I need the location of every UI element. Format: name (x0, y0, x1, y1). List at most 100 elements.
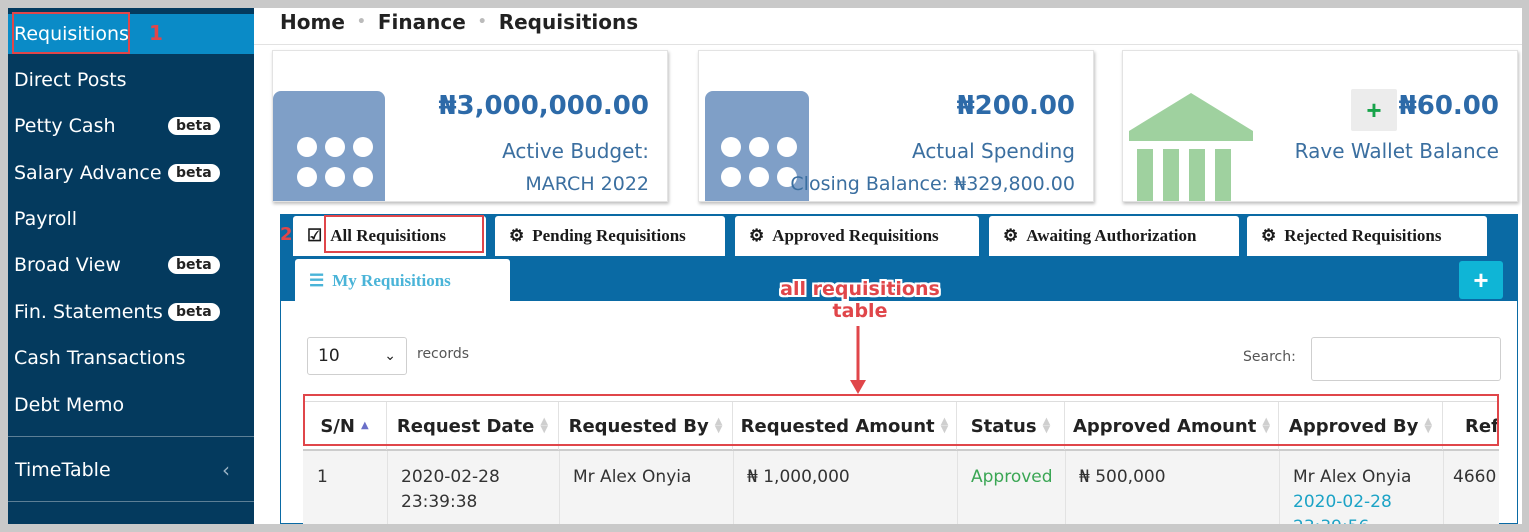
cell-approved-amount: ₦ 500,000 (1079, 467, 1166, 487)
cell-requested-amount: ₦ 1,000,000 (747, 467, 850, 487)
cell-approved-by: Mr Alex Onyia 2020-02-28 23:39:56 (1293, 465, 1411, 524)
cell-divider (1065, 451, 1066, 524)
cell-status: Approved (971, 467, 1053, 487)
approved-date: 2020-02-28 (1293, 492, 1392, 512)
header-divider (254, 44, 1522, 45)
sidebar-item-salary-advance[interactable]: Salary Advance beta (8, 153, 254, 193)
tab-label: My Requisitions (332, 271, 451, 290)
sidebar-divider (8, 436, 254, 437)
callout-line: table (832, 300, 888, 322)
sidebar-item-cash-transactions[interactable]: Cash Transactions (8, 338, 254, 378)
tab-rejected-requisitions[interactable]: ⚙ Rejected Requisitions (1247, 216, 1487, 256)
card-sublabel: MARCH 2022 (525, 173, 649, 195)
tab-approved-requisitions[interactable]: ⚙ Approved Requisitions (735, 216, 979, 256)
cell-sn: 1 (317, 467, 328, 487)
search-label: Search: (1243, 349, 1296, 365)
approved-time: 23:39:56 (1293, 515, 1411, 524)
breadcrumb-separator: • (356, 14, 366, 30)
sidebar-item-label: TimeTable (15, 459, 111, 481)
sidebar-item-debt-memo[interactable]: Debt Memo (8, 385, 254, 425)
cell-divider (957, 451, 958, 524)
beta-badge: beta (168, 256, 220, 274)
sidebar-item-label: Broad View (14, 254, 121, 276)
card-label: Rave Wallet Balance (1294, 139, 1499, 163)
cell-divider (559, 451, 560, 524)
sidebar-item-label: Direct Posts (14, 69, 127, 91)
tab-pending-requisitions[interactable]: ⚙ Pending Requisitions (495, 216, 725, 256)
annotation-callout: all requisitions table (780, 278, 940, 322)
breadcrumb-home[interactable]: Home (280, 10, 345, 34)
card-amount: ₦3,000,000.00 (438, 91, 649, 121)
sidebar: Requisitions Direct Posts Petty Cash beta… (8, 8, 254, 524)
tab-label: Approved Requisitions (772, 226, 939, 245)
sidebar-item-payroll[interactable]: Payroll (8, 199, 254, 239)
sidebar-item-label: Cash Transactions (14, 347, 186, 369)
cell-ref: 4660 (1453, 467, 1497, 487)
sidebar-item-petty-cash[interactable]: Petty Cash beta (8, 106, 254, 146)
card-amount: ₦60.00 (1398, 91, 1499, 121)
page-length-value: 10 (318, 346, 340, 366)
cell-requested-by: Mr Alex Onyia (573, 467, 692, 487)
card-label: Active Budget: (502, 139, 649, 163)
tab-awaiting-authorization[interactable]: ⚙ Awaiting Authorization (989, 216, 1239, 256)
gear-icon: ⚙ (1003, 226, 1019, 245)
cell-divider (1443, 451, 1444, 524)
cell-divider (1279, 451, 1280, 524)
sidebar-divider (8, 501, 254, 502)
chevron-left-icon: ‹ (222, 458, 230, 482)
active-budget-card: ₦3,000,000.00 Active Budget: MARCH 2022 (272, 50, 668, 202)
breadcrumb: Home • Finance • Requisitions (280, 8, 638, 40)
annotation-marker-1: 1 (149, 21, 163, 45)
sidebar-item-label: Petty Cash (14, 115, 116, 137)
bank-icon (1129, 93, 1253, 201)
sidebar-item-label: Debt Memo (14, 394, 125, 416)
breadcrumb-separator: • (477, 14, 487, 30)
records-label: records (417, 346, 470, 362)
card-label: Actual Spending (911, 139, 1075, 163)
sidebar-item-label: Salary Advance (14, 162, 162, 184)
request-date: 2020-02-28 (401, 467, 500, 487)
actual-spending-card: ₦200.00 Actual Spending Closing Balance:… (698, 50, 1094, 202)
card-sublabel: Closing Balance: ₦329,800.00 (790, 173, 1075, 195)
tab-my-requisitions[interactable]: ☰ My Requisitions (295, 259, 510, 303)
add-requisition-button[interactable]: + (1459, 261, 1503, 299)
sidebar-item-broad-view[interactable]: Broad View beta (8, 245, 254, 285)
approver-name: Mr Alex Onyia (1293, 467, 1412, 487)
add-funds-button[interactable]: + (1351, 89, 1397, 131)
request-time: 23:39:38 (401, 492, 478, 512)
beta-badge: beta (168, 117, 220, 135)
gear-icon: ⚙ (749, 226, 765, 245)
requisitions-panel: ☑ All Requisitions ⚙ Pending Requisition… (280, 214, 1518, 524)
cell-divider (733, 451, 734, 524)
annotation-arrow-icon (850, 326, 866, 394)
breadcrumb-finance[interactable]: Finance (378, 10, 466, 34)
sidebar-item-direct-posts[interactable]: Direct Posts (8, 60, 254, 100)
sidebar-item-label: Payroll (14, 208, 78, 230)
sidebar-item-label: Fin. Statements (14, 301, 163, 323)
gear-icon: ⚙ (1261, 226, 1277, 245)
card-amount: ₦200.00 (956, 91, 1075, 121)
table-row[interactable]: 1 2020-02-28 23:39:38 Mr Alex Onyia ₦ 1,… (303, 451, 1499, 524)
callout-line: all requisitions (780, 278, 940, 300)
annotation-box-table (303, 394, 1499, 446)
rave-wallet-card: + ₦60.00 Rave Wallet Balance (1122, 50, 1518, 202)
annotation-marker-2: 2 (280, 224, 293, 245)
page-length-select[interactable]: 10 ⌄ (307, 337, 407, 375)
app-window: Requisitions Direct Posts Petty Cash beta… (8, 8, 1522, 524)
check-icon: ☑ (307, 226, 323, 245)
cell-request-date: 2020-02-28 23:39:38 (401, 465, 500, 515)
tab-label: Awaiting Authorization (1026, 226, 1197, 245)
sidebar-item-timetable[interactable]: TimeTable ‹ (8, 450, 254, 490)
calculator-icon (273, 91, 385, 201)
annotation-box-requisitions (12, 12, 130, 54)
chevron-down-icon: ⌄ (384, 348, 396, 364)
beta-badge: beta (168, 303, 220, 321)
beta-badge: beta (168, 164, 220, 182)
sidebar-item-fin-statements[interactable]: Fin. Statements beta (8, 292, 254, 332)
gear-icon: ⚙ (509, 226, 525, 245)
annotation-box-all-tab (324, 215, 484, 253)
list-icon: ☰ (309, 271, 325, 290)
cell-divider (387, 451, 388, 524)
tab-label: Pending Requisitions (532, 226, 686, 245)
search-input[interactable] (1311, 337, 1501, 381)
